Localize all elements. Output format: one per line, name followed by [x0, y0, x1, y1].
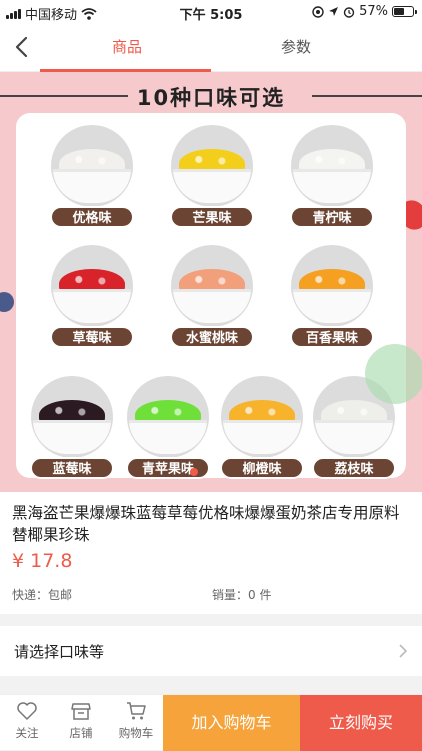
tab-params[interactable]: 参数 [281, 36, 311, 57]
flavor-label: 青苹果味 [126, 457, 210, 479]
flavor-label: 水蜜桃味 [170, 326, 254, 348]
flavor-item: 柳橙味 [216, 376, 308, 486]
store-button[interactable]: 店铺 [61, 701, 101, 741]
flavor-label: 草莓味 [50, 326, 134, 348]
flavor-card: 优格味 芒果味 青柠味 草莓味 水蜜桃味 百香果味 蓝莓味 青苹果味 柳橙味 荔… [16, 113, 406, 479]
flavor-select-row[interactable]: 请选择口味等 [0, 626, 422, 676]
flavor-item: 优格味 [46, 125, 138, 235]
alarm-icon [343, 6, 355, 18]
nav-bar: 商品 参数 [0, 24, 422, 72]
product-title: 黑海盗芒果爆爆珠蓝莓草莓优格味爆爆蛋奶茶店专用原料替椰果珍珠 [12, 504, 400, 544]
flavor-label: 蓝莓味 [30, 457, 114, 479]
green-circle-decoration [365, 344, 422, 404]
product-info: 黑海盗芒果爆爆珠蓝莓草莓优格味爆爆蛋奶茶店专用原料替椰果珍珠 ¥ 17.8 快递… [0, 492, 422, 614]
bowl-image [291, 245, 373, 327]
status-right: 57% [312, 4, 417, 19]
hero-title: 10种口味可选 [136, 86, 286, 110]
add-to-cart-button[interactable]: 加入购物车 [163, 695, 300, 751]
flavor-label: 荔枝味 [312, 457, 396, 479]
store-icon [71, 703, 91, 720]
product-hero-image[interactable]: 10种口味可选 优格味 芒果味 青柠味 草莓味 水蜜桃味 百香果味 蓝莓味 青苹… [0, 72, 422, 492]
cart-icon [127, 702, 146, 720]
cup [53, 289, 131, 323]
flavor-select-label: 请选择口味等 [14, 643, 105, 661]
flavor-label: 青柠味 [290, 206, 374, 228]
chevron-right-icon [399, 644, 408, 658]
battery-percent: 57% [359, 4, 388, 19]
store-label: 店铺 [69, 726, 93, 740]
buy-now-button[interactable]: 立刻购买 [300, 695, 422, 751]
battery-icon [392, 6, 417, 17]
follow-label: 关注 [15, 726, 39, 740]
bowl-image [51, 125, 133, 207]
bowl-image [127, 376, 209, 458]
cart-button[interactable]: 购物车 [115, 701, 157, 741]
cup [173, 289, 251, 323]
tab-product[interactable]: 商品 [112, 36, 142, 57]
bowl-image [291, 125, 373, 207]
flavor-item: 水蜜桃味 [166, 245, 258, 355]
carousel-indicator[interactable] [190, 468, 198, 476]
cup [223, 420, 301, 454]
flavor-item: 草莓味 [46, 245, 138, 355]
cup [129, 420, 207, 454]
bowl-image [171, 245, 253, 327]
flavor-label: 百香果味 [290, 326, 374, 348]
cart-label: 购物车 [118, 726, 154, 740]
flavor-label: 芒果味 [170, 206, 254, 228]
flavor-label: 优格味 [50, 206, 134, 228]
flavor-item: 蓝莓味 [26, 376, 118, 486]
cup [315, 420, 393, 454]
bowl-image [221, 376, 303, 458]
flavor-label: 柳橙味 [220, 457, 304, 479]
back-arrow-icon[interactable] [10, 34, 36, 60]
heart-icon [17, 702, 37, 720]
location-icon [312, 5, 324, 18]
flavor-item: 百香果味 [286, 245, 378, 355]
flavor-item: 青柠味 [286, 125, 378, 235]
flavor-item: 芒果味 [166, 125, 258, 235]
flavor-item: 青苹果味 [122, 376, 214, 486]
bowl-image [31, 376, 113, 458]
cup [33, 420, 111, 454]
sales-count: 销量：0 件 [212, 588, 272, 602]
shipping-info: 快递：包邮 [12, 588, 73, 602]
cup [293, 169, 371, 203]
cup [53, 169, 131, 203]
follow-button[interactable]: 关注 [7, 701, 47, 741]
navigation-icon [329, 7, 339, 16]
bottom-action-bar: 关注 店铺 购物车 加入购物车 立刻购买 [0, 694, 422, 751]
status-bar: 中国移动 下午 5:05 57% [0, 0, 422, 24]
product-price: ¥ 17.8 [12, 550, 73, 572]
bowl-image [171, 125, 253, 207]
blueberry-decoration [0, 292, 14, 312]
cup [173, 169, 251, 203]
cup [293, 289, 371, 323]
bowl-image [51, 245, 133, 327]
